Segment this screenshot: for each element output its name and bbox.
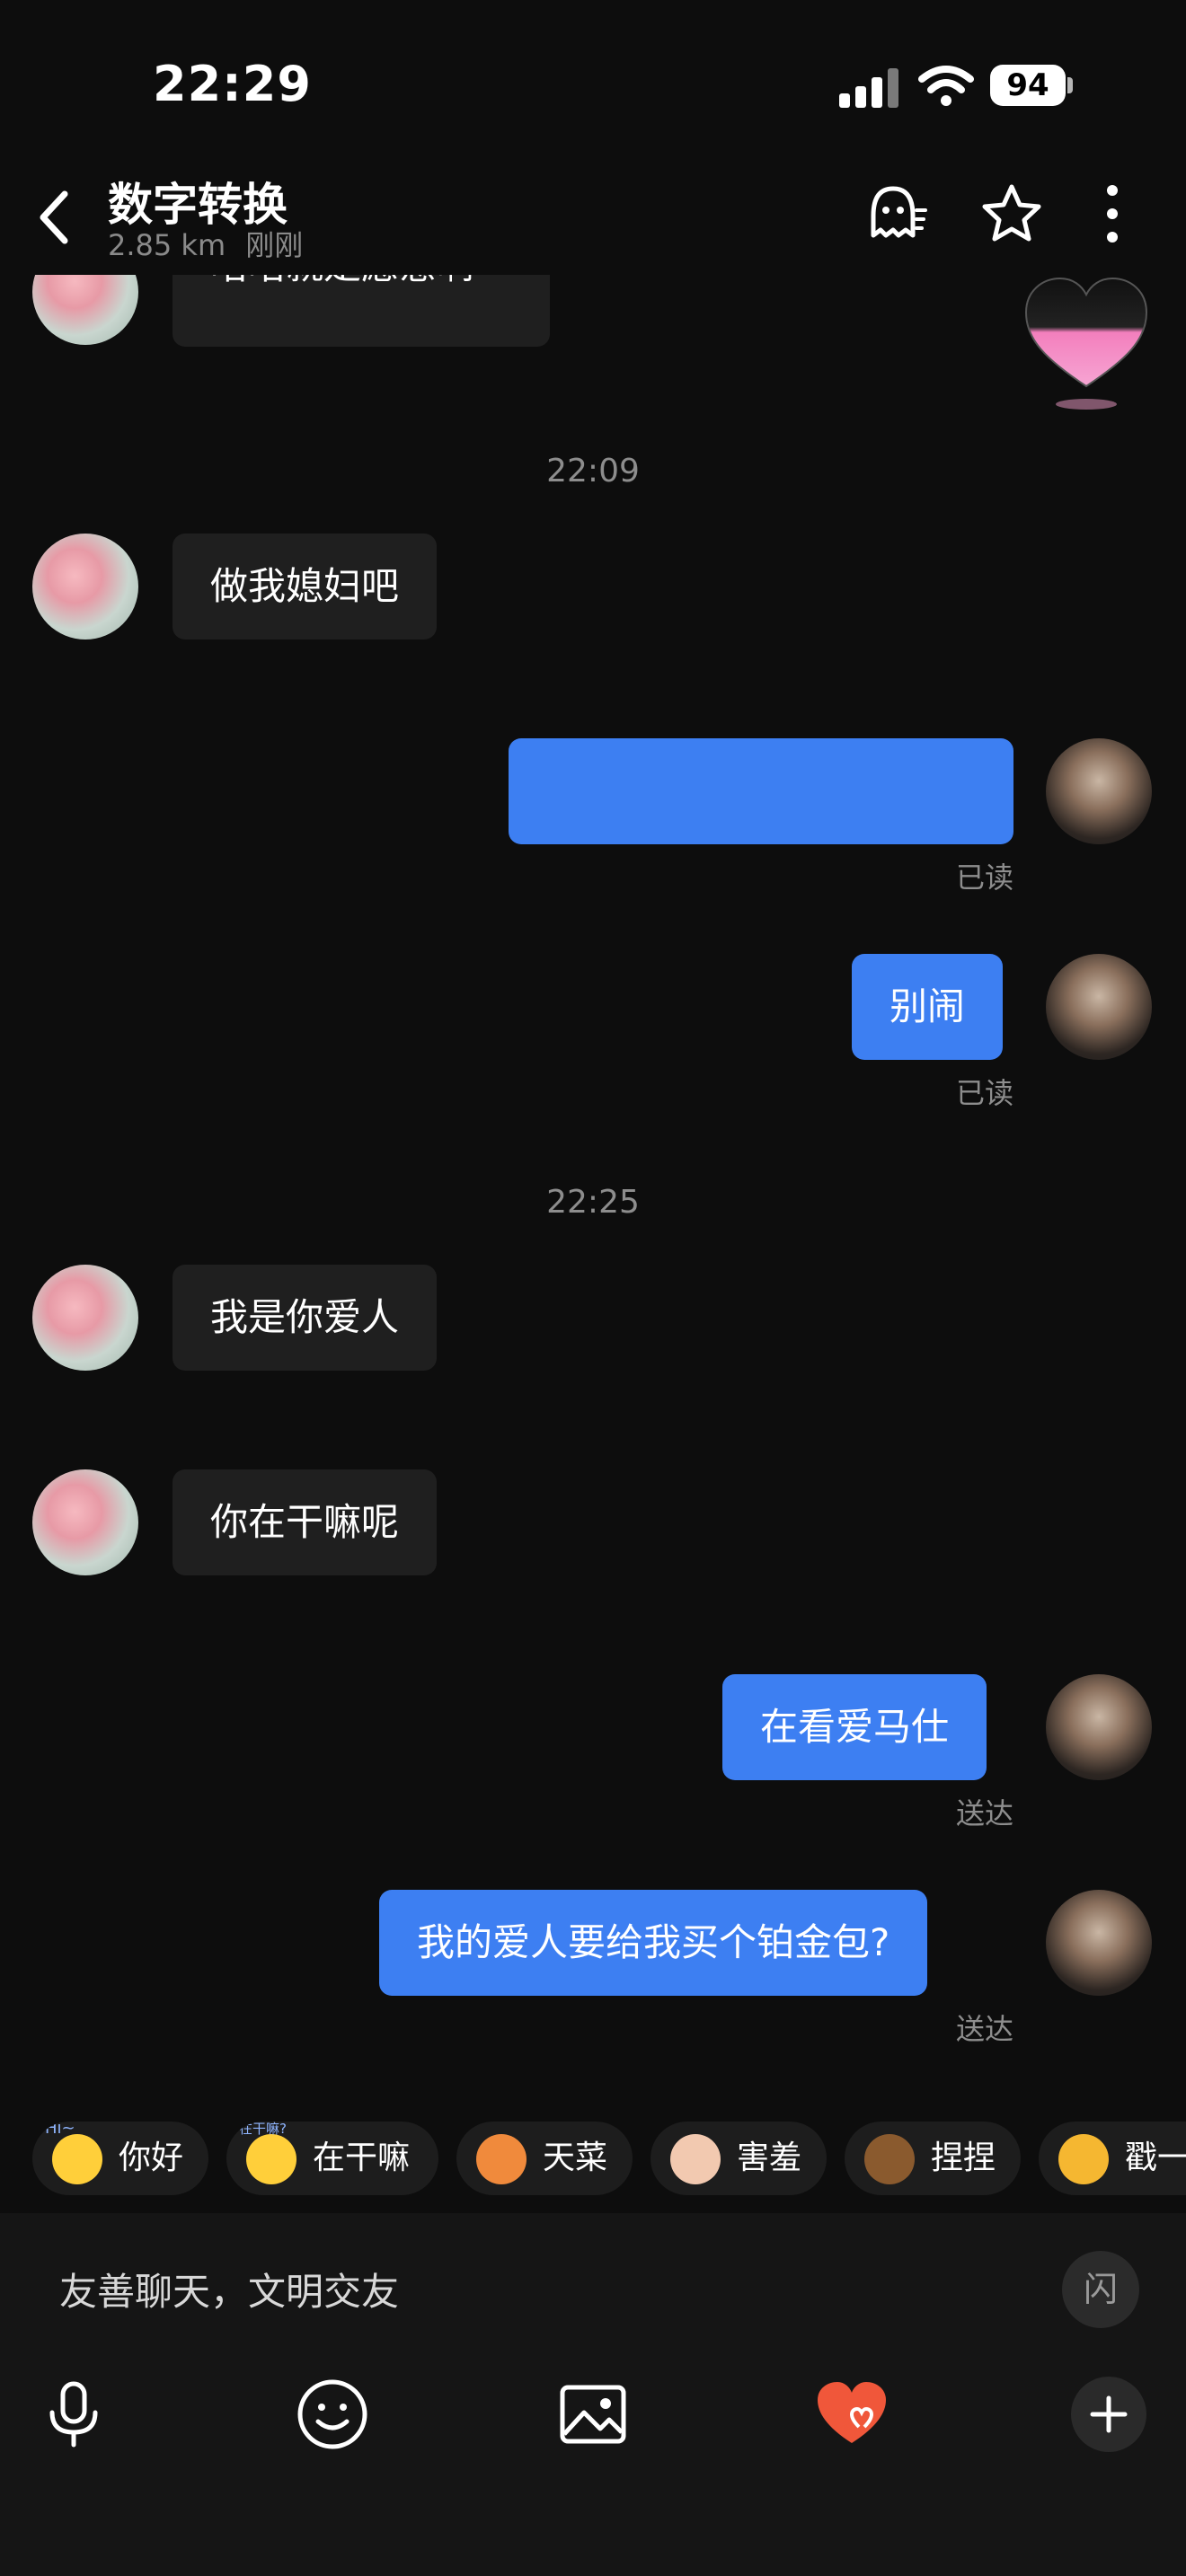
- chip-label: 捏捏: [931, 2139, 996, 2176]
- more-vertical-icon[interactable]: [1078, 180, 1146, 248]
- message-bubble-outgoing[interactable]: 在看爱马仕: [722, 1674, 987, 1780]
- quick-reply-poke[interactable]: 戳一: [1039, 2122, 1186, 2195]
- message-bubble-outgoing-empty[interactable]: [509, 738, 1013, 844]
- floating-heart-icon[interactable]: [1019, 269, 1154, 413]
- image-icon[interactable]: [555, 2377, 631, 2452]
- delivered-receipt: 送达: [955, 1796, 1013, 1831]
- chip-tag: 在干嘛?: [239, 2122, 287, 2137]
- my-avatar[interactable]: [1046, 738, 1152, 844]
- message-bubble-outgoing[interactable]: 别闹: [852, 954, 1004, 1060]
- distance-label: 2.85 km: [108, 228, 226, 262]
- message-bubble-incoming[interactable]: 你在干嘛呢: [173, 1469, 438, 1575]
- chip-label: 你好: [119, 2139, 184, 2176]
- chat-subtitle: 2.85 km 刚刚: [108, 223, 303, 264]
- contact-avatar[interactable]: [32, 275, 138, 345]
- heart-gift-icon[interactable]: [814, 2377, 890, 2452]
- chip-label: 害羞: [737, 2139, 802, 2176]
- timestamp: 22:09: [546, 453, 640, 490]
- emoji-icon[interactable]: [295, 2377, 370, 2452]
- read-receipt: 已读: [955, 1076, 1013, 1110]
- back-chevron-icon[interactable]: [36, 189, 72, 246]
- plus-icon[interactable]: [1071, 2377, 1146, 2452]
- message-bubble-incoming[interactable]: 做我媳妇吧: [173, 534, 438, 640]
- quick-reply-crush[interactable]: 天菜: [456, 2122, 633, 2195]
- chip-label: 在干嘛: [313, 2139, 411, 2176]
- quick-reply-shy[interactable]: 害羞: [651, 2122, 827, 2195]
- ghost-voice-icon[interactable]: [861, 180, 929, 248]
- cat-emoji-icon: [476, 2134, 527, 2184]
- message-bubble-incoming[interactable]: 我是你爱人: [173, 1265, 438, 1371]
- timestamp: 22:25: [546, 1184, 640, 1221]
- my-avatar[interactable]: [1046, 954, 1152, 1060]
- chip-label: 天菜: [543, 2139, 608, 2176]
- battery-indicator: 94: [990, 65, 1066, 106]
- battery-tip: [1067, 77, 1073, 93]
- bear-emoji-icon: [864, 2134, 915, 2184]
- read-receipt: 已读: [955, 860, 1013, 895]
- thinking-emoji-icon: [246, 2134, 296, 2184]
- cellular-signal-icon: [839, 66, 900, 108]
- message-bubble-outgoing[interactable]: 我的爱人要给我买个铂金包?: [379, 1890, 928, 1996]
- contact-avatar[interactable]: [32, 1265, 138, 1371]
- quick-reply-hello[interactable]: Hi~ 你好: [32, 2122, 208, 2195]
- chip-tag: Hi~: [45, 2122, 75, 2138]
- star-icon[interactable]: [978, 180, 1046, 248]
- contact-avatar[interactable]: [32, 1469, 138, 1575]
- quick-reply-what-doing[interactable]: 在干嘛? 在干嘛: [226, 2122, 438, 2195]
- message-input[interactable]: 友善聊天，文明交友: [59, 2262, 399, 2316]
- presence-label: 刚刚: [245, 228, 304, 262]
- pointing-hand-emoji-icon: [1058, 2134, 1109, 2184]
- message-bubble-incoming[interactable]: 唔唔就是愿意啊: [173, 275, 550, 347]
- my-avatar[interactable]: [1046, 1674, 1152, 1780]
- flash-button[interactable]: 闪: [1062, 2251, 1139, 2328]
- contact-avatar[interactable]: [32, 534, 138, 640]
- wifi-icon: [918, 66, 974, 106]
- chip-label: 戳一: [1125, 2139, 1186, 2176]
- quick-reply-pinch[interactable]: 捏捏: [845, 2122, 1021, 2195]
- shy-emoji-icon: [670, 2134, 721, 2184]
- delivered-receipt: 送达: [955, 2012, 1013, 2046]
- status-time: 22:29: [153, 56, 312, 112]
- my-avatar[interactable]: [1046, 1890, 1152, 1996]
- smiley-emoji-icon: [52, 2134, 102, 2184]
- microphone-icon[interactable]: [36, 2377, 111, 2452]
